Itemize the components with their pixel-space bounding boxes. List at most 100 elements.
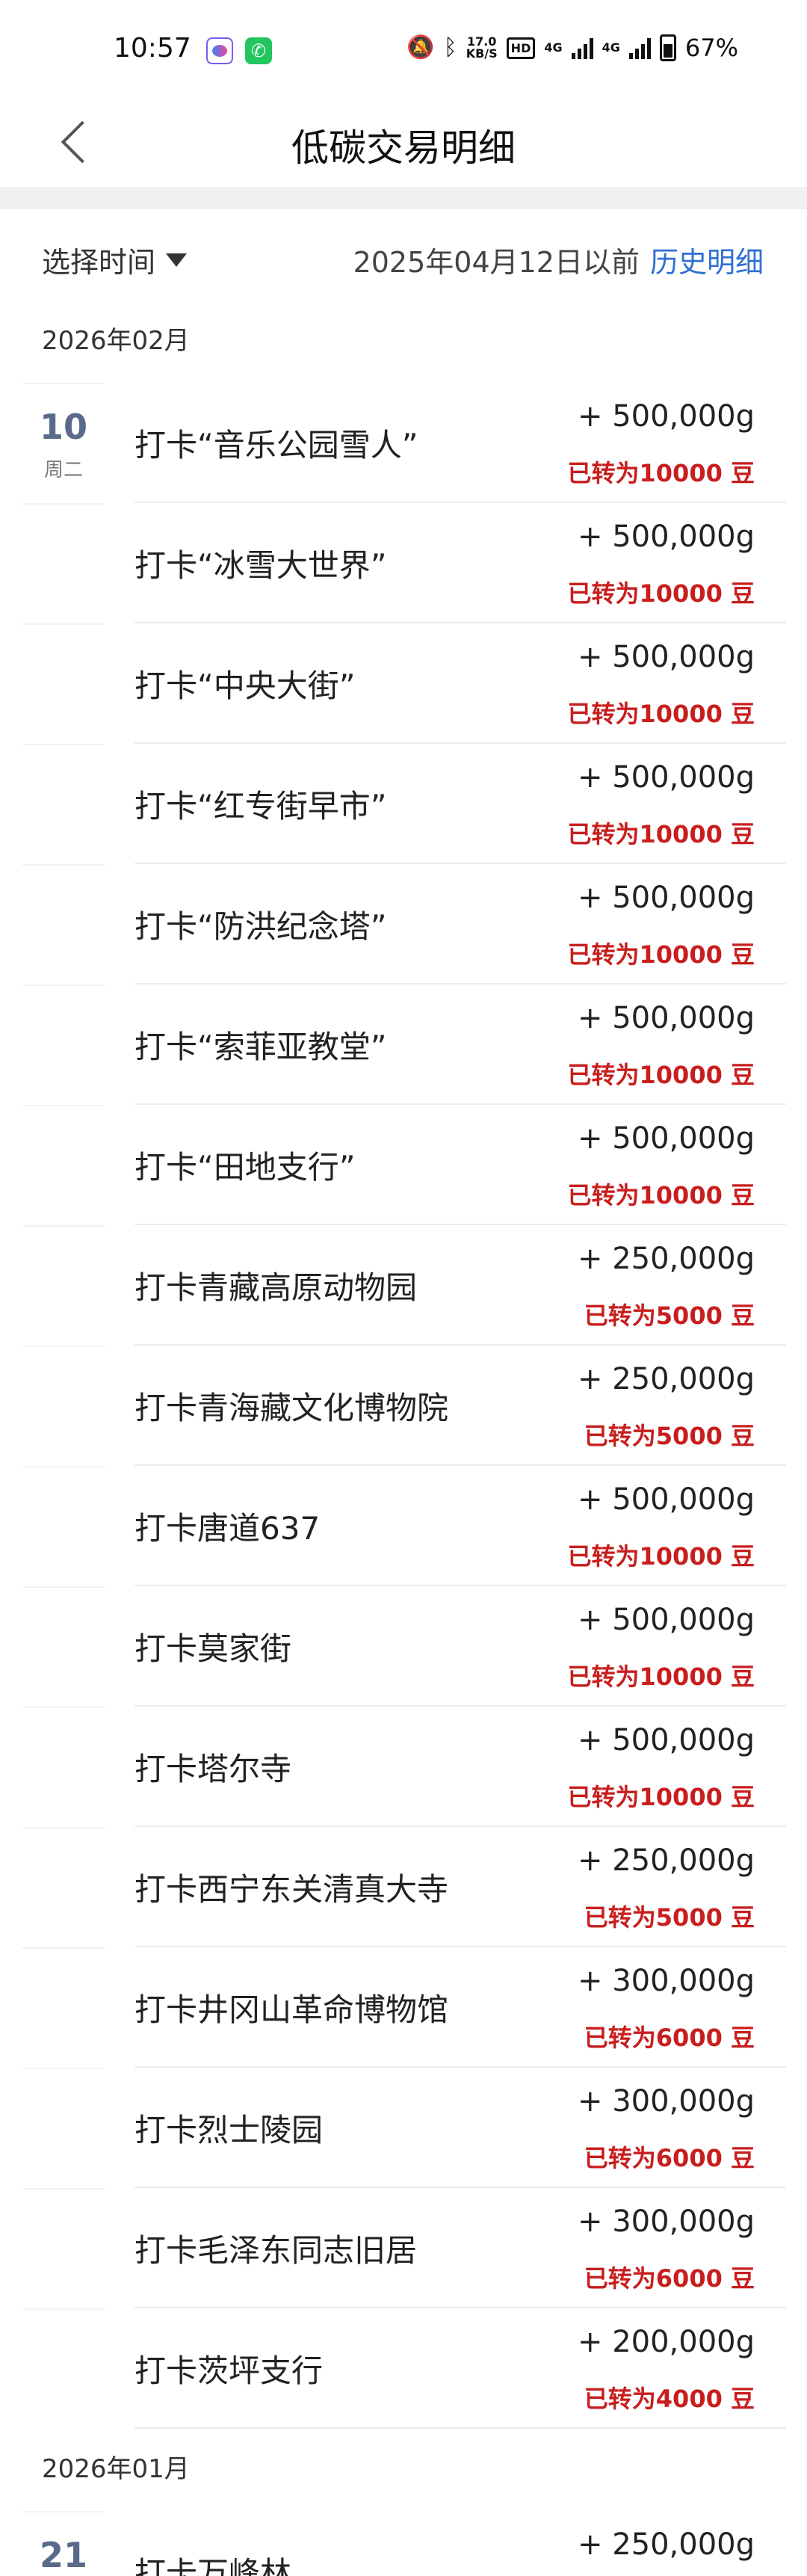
transaction-note: 已转为10000 豆: [567, 1783, 755, 1811]
transaction-title: 打卡“田地支行”: [134, 1149, 356, 1186]
transaction-amount: + 300,000g: [577, 1964, 755, 1998]
transaction-title: 打卡茨坪支行: [134, 2352, 324, 2389]
transaction-amount: + 500,000g: [577, 1482, 755, 1517]
status-icons: 🔕 ᛒ 17.0 KB/S HD 4G 4G 67%: [406, 33, 738, 63]
date-column: [22, 1346, 105, 1466]
transaction-title: 打卡青海藏文化博物院: [134, 1390, 449, 1426]
transaction-note: 已转为10000 豆: [567, 1181, 755, 1210]
transaction-amount: + 300,000g: [577, 2084, 755, 2119]
month-header: 2026年02月: [42, 326, 190, 356]
filter-row: 选择时间 2025年04月12日以前 历史明细: [0, 217, 807, 299]
transaction-title: 打卡西宁东关清真大寺: [134, 1871, 449, 1908]
battery-icon: [659, 34, 676, 61]
transaction-title: 打卡莫家街: [134, 1630, 292, 1667]
month-header: 2026年01月: [42, 2454, 190, 2484]
signal-type-1: 4G: [544, 40, 563, 55]
list-item[interactable]: 打卡唐道637 + 500,000g 已转为10000 豆: [0, 1466, 807, 1586]
date-day: 10: [39, 407, 87, 447]
row-divider: [134, 2427, 786, 2429]
list-item[interactable]: 打卡“冰雪大世界” + 500,000g 已转为10000 豆: [0, 503, 807, 623]
transaction-note: 已转为10000 豆: [567, 820, 755, 848]
list-item[interactable]: 打卡井冈山革命博物馆 + 300,000g 已转为6000 豆: [0, 1947, 807, 2068]
signal-bars-icon-2: [628, 37, 651, 59]
list-item[interactable]: 打卡“红专街早市” + 500,000g 已转为10000 豆: [0, 744, 807, 864]
mute-bell-icon: 🔕: [406, 34, 435, 61]
transaction-note: 已转为5000 豆: [584, 1903, 755, 1932]
transaction-note: 已转为5000 豆: [584, 1422, 755, 1450]
transaction-amount: + 200,000g: [577, 2325, 755, 2359]
list-item[interactable]: 打卡“索菲亚教堂” + 500,000g 已转为10000 豆: [0, 985, 807, 1105]
bluetooth-icon: ᛒ: [443, 34, 457, 61]
transaction-note: 已转为10000 豆: [567, 579, 755, 608]
list-item[interactable]: 21 打卡万峰林 + 250,000g: [0, 2511, 807, 2576]
transaction-note: 已转为4000 豆: [584, 2385, 755, 2413]
transaction-amount: + 250,000g: [577, 2527, 755, 2562]
transaction-note: 已转为6000 豆: [584, 2024, 755, 2052]
transaction-amount: + 500,000g: [577, 520, 755, 554]
caret-down-icon: [166, 253, 188, 267]
transaction-note: 已转为10000 豆: [567, 1542, 755, 1571]
transaction-note: 已转为5000 豆: [584, 1301, 755, 1330]
status-bar: 10:57 ✆ 🔕 ᛒ 17.0 KB/S HD 4G 4G 67%: [0, 0, 807, 105]
transaction-amount: + 300,000g: [577, 2204, 755, 2239]
history-info: 2025年04月12日以前 历史明细: [353, 239, 764, 280]
transaction-note: 已转为10000 豆: [567, 1061, 755, 1089]
list-item[interactable]: 打卡塔尔寺 + 500,000g 已转为10000 豆: [0, 1707, 807, 1827]
header-bar: 低碳交易明细: [0, 105, 807, 187]
hd-icon: HD: [506, 37, 536, 59]
date-column: [22, 503, 105, 623]
app-notification-icon: [206, 37, 233, 64]
transaction-title: 打卡“防洪纪念塔”: [134, 908, 387, 945]
date-column: [22, 1707, 105, 1827]
list-item[interactable]: 打卡莫家街 + 500,000g 已转为10000 豆: [0, 1586, 807, 1707]
date-column: 21: [22, 2511, 105, 2576]
date-column: [22, 744, 105, 864]
list-item[interactable]: 打卡毛泽东同志旧居 + 300,000g 已转为6000 豆: [0, 2188, 807, 2308]
date-column: [22, 1225, 105, 1346]
transaction-amount: + 500,000g: [577, 760, 755, 795]
transaction-amount: + 500,000g: [577, 640, 755, 674]
transaction-title: 打卡万峰林: [134, 2555, 292, 2576]
date-column: [22, 2068, 105, 2188]
list-item[interactable]: 10 周二 打卡“音乐公园雪人” + 500,000g 已转为10000 豆: [0, 383, 807, 503]
divider: [0, 187, 807, 209]
list-item[interactable]: 打卡烈士陵园 + 300,000g 已转为6000 豆: [0, 2068, 807, 2188]
date-column: [22, 623, 105, 744]
list-item[interactable]: 打卡“中央大街” + 500,000g 已转为10000 豆: [0, 623, 807, 744]
list-item[interactable]: 打卡青藏高原动物园 + 250,000g 已转为5000 豆: [0, 1225, 807, 1346]
transaction-title: 打卡“冰雪大世界”: [134, 547, 387, 584]
transaction-amount: + 500,000g: [577, 1723, 755, 1757]
transaction-amount: + 250,000g: [577, 1242, 755, 1276]
list-item[interactable]: 打卡茨坪支行 + 200,000g 已转为4000 豆: [0, 2308, 807, 2429]
select-time-button[interactable]: 选择时间: [42, 239, 188, 280]
transaction-title: 打卡“中央大街”: [134, 668, 356, 704]
date-column: [22, 2188, 105, 2308]
before-date-text: 2025年04月12日以前: [353, 246, 640, 279]
date-column: [22, 1947, 105, 2068]
list-item[interactable]: 打卡“田地支行” + 500,000g 已转为10000 豆: [0, 1105, 807, 1225]
transaction-note: 已转为6000 豆: [584, 2144, 755, 2172]
transaction-note: 已转为10000 豆: [567, 459, 755, 487]
transaction-title: 打卡塔尔寺: [134, 1751, 292, 1787]
date-column: [22, 1105, 105, 1225]
list-item[interactable]: 打卡“防洪纪念塔” + 500,000g 已转为10000 豆: [0, 864, 807, 985]
transaction-title: 打卡“索菲亚教堂”: [134, 1029, 387, 1065]
network-speed: 17.0 KB/S: [466, 34, 498, 61]
transaction-amount: + 500,000g: [577, 881, 755, 915]
phone-app-icon: ✆: [245, 37, 272, 64]
transaction-title: 打卡“音乐公园雪人”: [134, 427, 418, 463]
transaction-amount: + 500,000g: [577, 1121, 755, 1156]
select-time-label: 选择时间: [42, 246, 156, 279]
transaction-note: 已转为10000 豆: [567, 700, 755, 728]
date-column: [22, 1827, 105, 1947]
list-item[interactable]: 打卡西宁东关清真大寺 + 250,000g 已转为5000 豆: [0, 1827, 807, 1947]
transaction-title: 打卡井冈山革命博物馆: [134, 1991, 449, 2028]
date-column: [22, 1586, 105, 1707]
transaction-note: 已转为10000 豆: [567, 940, 755, 969]
history-detail-link[interactable]: 历史明细: [650, 246, 764, 279]
transaction-amount: + 250,000g: [577, 1843, 755, 1878]
date-column: [22, 1466, 105, 1586]
date-column: [22, 2308, 105, 2429]
list-item[interactable]: 打卡青海藏文化博物院 + 250,000g 已转为5000 豆: [0, 1346, 807, 1466]
date-column: 10 周二: [22, 383, 105, 503]
